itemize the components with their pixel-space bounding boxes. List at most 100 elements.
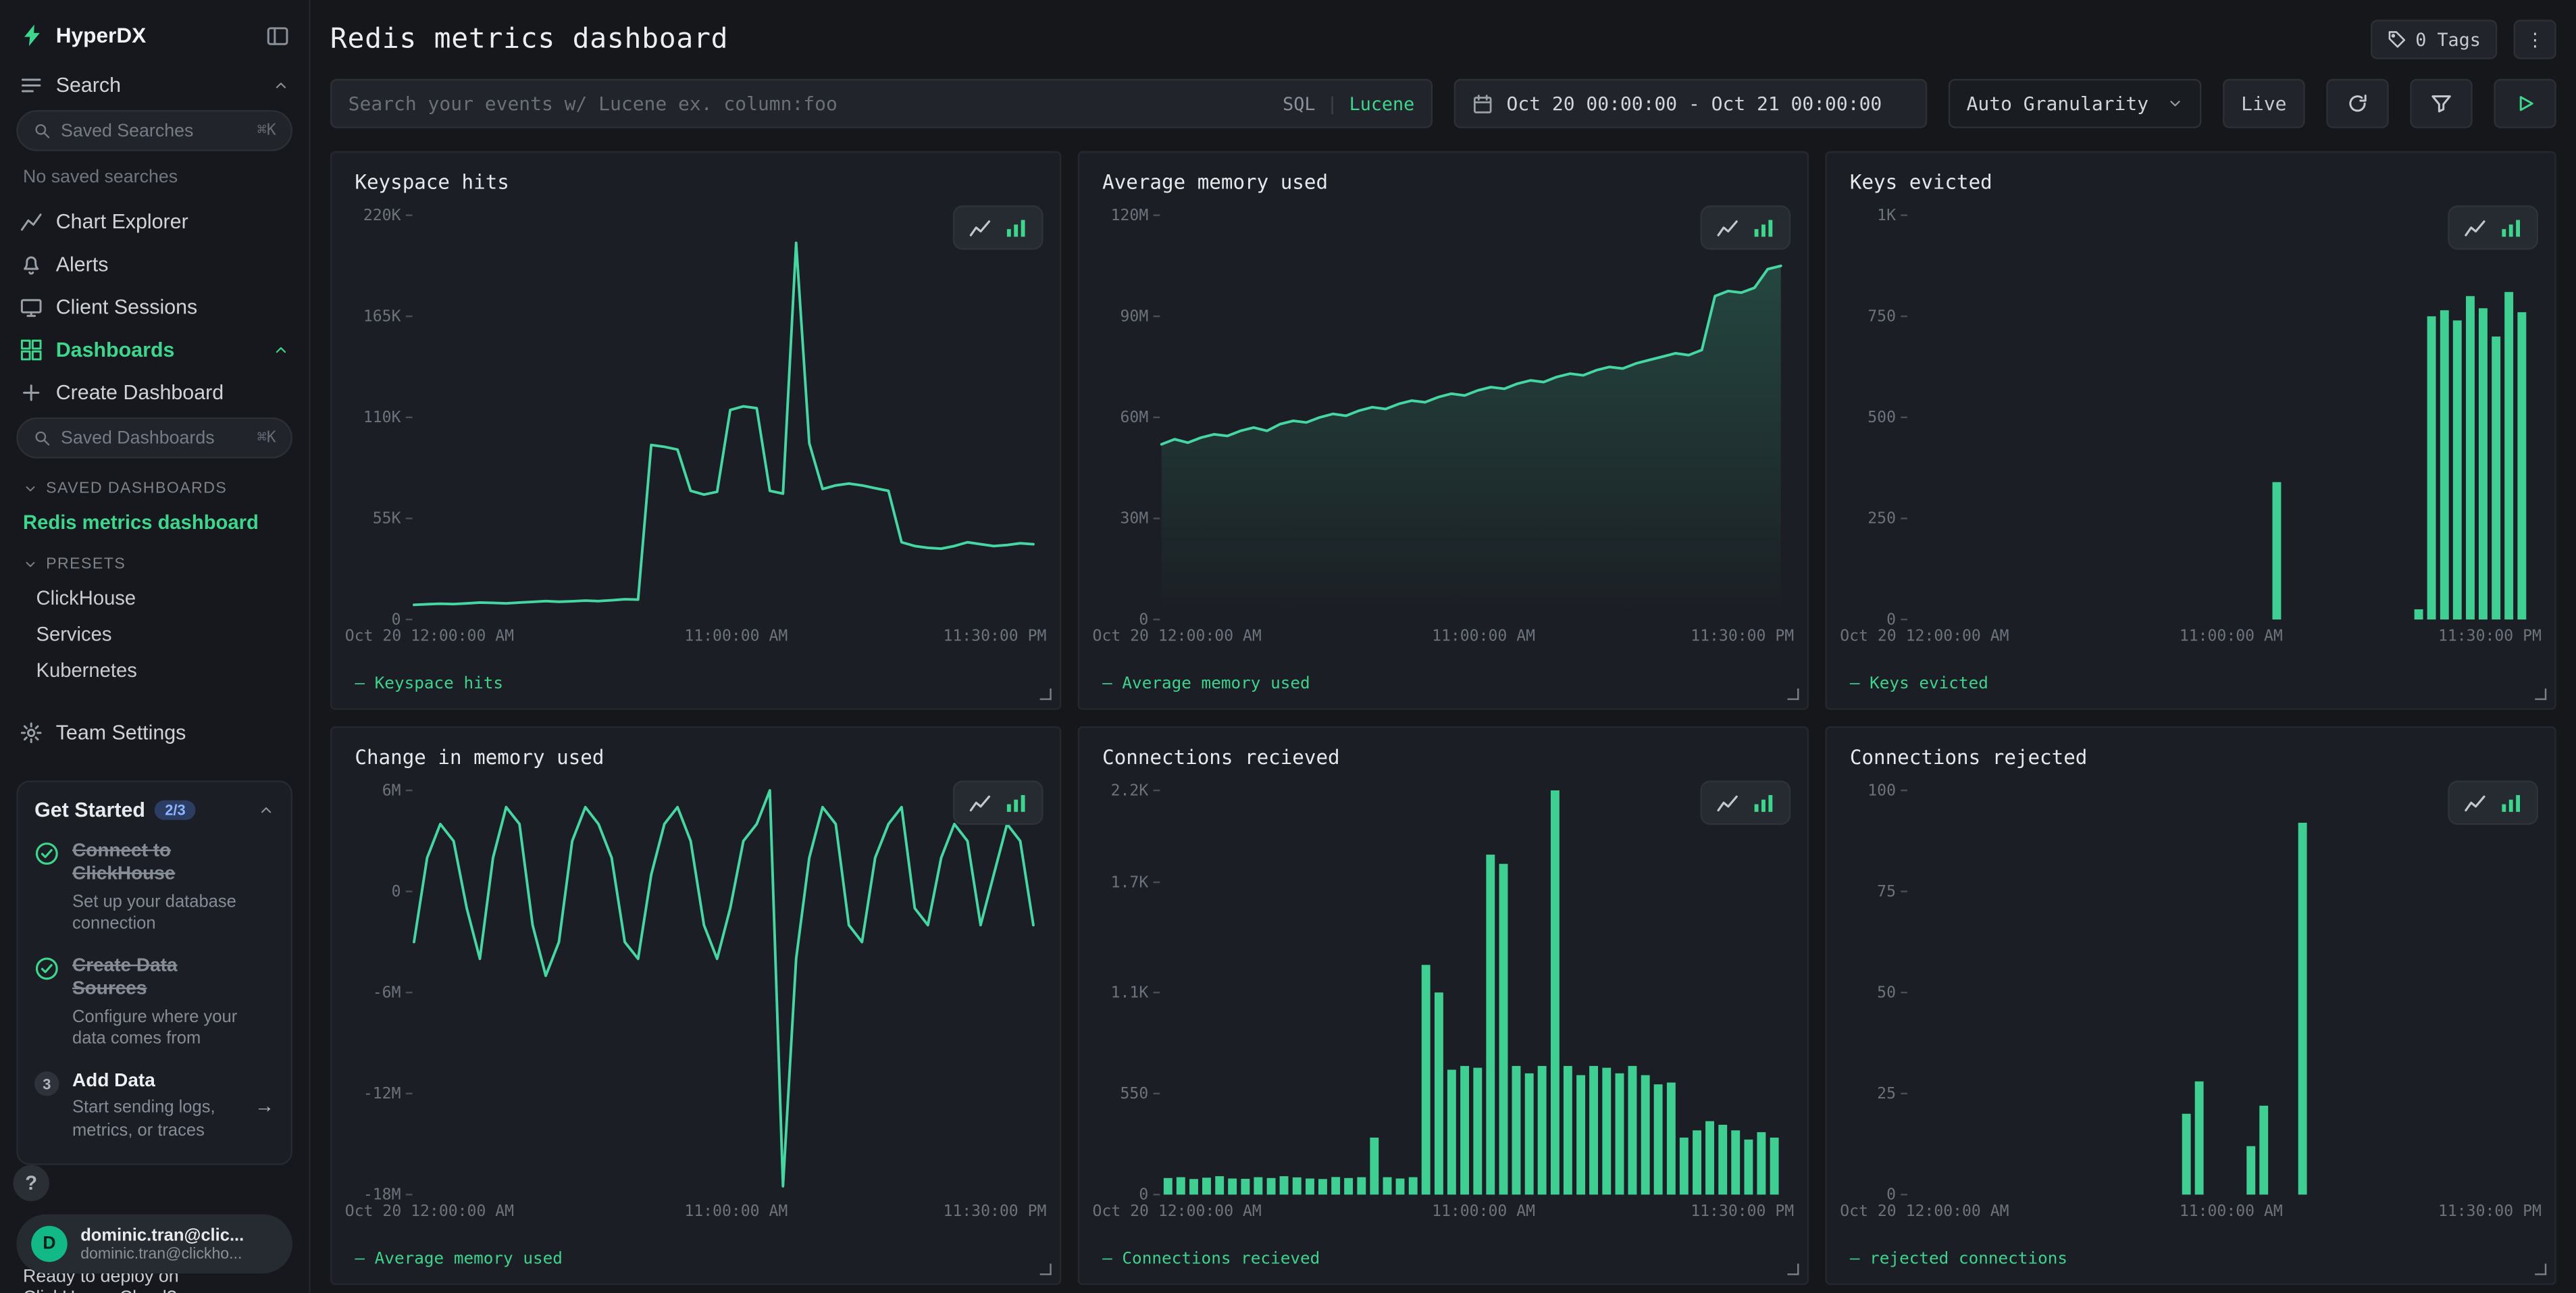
chart-type-toggle[interactable] (2448, 205, 2538, 250)
svg-text:11:00:00 AM: 11:00:00 AM (1432, 1202, 1535, 1220)
event-search-input[interactable]: Search your events w/ Lucene ex. column:… (330, 79, 1433, 128)
bar-chart-icon[interactable] (1753, 217, 1774, 238)
panel-resize-handle[interactable] (2535, 688, 2546, 700)
saved-dashboards-header[interactable]: SAVED DASHBOARDS (0, 465, 309, 504)
lucene-mode-toggle[interactable]: Lucene (1349, 93, 1415, 114)
sidebar: HyperDX Search Saved Searches ⌘K No save… (0, 0, 311, 1293)
saved-searches-input[interactable]: Saved Searches ⌘K (16, 110, 292, 151)
search-placeholder: Search your events w/ Lucene ex. column:… (349, 92, 1270, 115)
get-started-header[interactable]: Get Started 2/3 (34, 798, 274, 821)
gear-icon (20, 721, 43, 744)
svg-text:110K: 110K (363, 409, 401, 426)
svg-text:Oct 20 12:00:00 AM: Oct 20 12:00:00 AM (345, 628, 514, 645)
chart-type-toggle[interactable] (1701, 780, 1791, 825)
avatar: D (31, 1226, 68, 1263)
presets-header[interactable]: PRESETS (0, 540, 309, 580)
line-chart-icon[interactable] (2465, 217, 2486, 238)
panel-resize-handle[interactable] (1787, 1264, 1799, 1275)
filter-button[interactable] (2410, 79, 2472, 128)
line-chart-icon[interactable] (2465, 792, 2486, 813)
sql-mode-toggle[interactable]: SQL (1283, 93, 1315, 114)
svg-text:-6M: -6M (373, 984, 401, 1001)
sidebar-item-team-settings[interactable]: Team Settings (0, 711, 309, 754)
chart-type-toggle[interactable] (953, 780, 1044, 825)
run-query-button[interactable] (2494, 79, 2556, 128)
sidebar-item-search[interactable]: Search (0, 64, 309, 107)
line-chart-icon[interactable] (969, 792, 991, 813)
sidebar-item-chart-explorer[interactable]: Chart Explorer (0, 201, 309, 243)
magnifier-icon (33, 122, 51, 140)
get-started-item-add-data[interactable]: 3Add DataStart sending logs, metrics, or… (34, 1070, 274, 1144)
panel-resize-handle[interactable] (1040, 1264, 1052, 1275)
preset-clickhouse[interactable]: ClickHouse (0, 580, 309, 617)
svg-text:550: 550 (1120, 1085, 1149, 1102)
refresh-button[interactable] (2326, 79, 2388, 128)
sidebar-item-alerts[interactable]: Alerts (0, 243, 309, 286)
panel-title: Connections recieved (1079, 728, 1807, 773)
chart-legend[interactable]: —Keyspace hits (355, 676, 503, 694)
time-range-picker[interactable]: Oct 20 00:00:00 - Oct 21 00:00:00 (1454, 79, 1928, 128)
chart-legend[interactable]: —rejected connections (1850, 1250, 2067, 1269)
line-chart-icon[interactable] (1717, 792, 1738, 813)
svg-text:11:00:00 AM: 11:00:00 AM (684, 1202, 788, 1220)
tags-button[interactable]: 0 Tags (2371, 20, 2498, 59)
bar-chart-icon[interactable] (1006, 792, 1027, 813)
chart-type-toggle[interactable] (953, 205, 1044, 250)
get-started-items: Connect to ClickHouseSet up your databas… (34, 840, 274, 1143)
svg-text:0: 0 (392, 611, 401, 628)
chart-area[interactable]: 02505007501KOct 20 12:00:00 AM11:00:00 A… (1836, 202, 2544, 649)
chart-legend[interactable]: —Average memory used (355, 1250, 563, 1269)
create-dashboard-button[interactable]: Create Dashboard (0, 372, 309, 414)
preset-services[interactable]: Services (0, 616, 309, 653)
saved-dashboards-input[interactable]: Saved Dashboards ⌘K (16, 417, 292, 459)
svg-text:11:00:00 AM: 11:00:00 AM (2180, 628, 2283, 645)
panel-resize-handle[interactable] (1040, 688, 1052, 700)
step-number-badge: 3 (34, 1071, 59, 1143)
panel-resize-handle[interactable] (1787, 688, 1799, 700)
chart-area[interactable]: 0255075100Oct 20 12:00:00 AM11:00:00 AM1… (1836, 778, 2544, 1225)
panel-resize-handle[interactable] (2535, 1264, 2546, 1275)
chart-area[interactable]: 055K110K165K220KOct 20 12:00:00 AM11:00:… (342, 202, 1050, 649)
user-email-primary: dominic.tran@clic... (80, 1225, 244, 1244)
app-name: HyperDX (56, 23, 255, 47)
chart-area[interactable]: 05501.1K1.7K2.2KOct 20 12:00:00 AM11:00:… (1089, 778, 1797, 1225)
chevron-down-icon (23, 482, 38, 497)
get-started-item-connect-to-clickhouse[interactable]: Connect to ClickHouseSet up your databas… (34, 840, 274, 937)
chart-area[interactable]: -18M-12M-6M06MOct 20 12:00:00 AM11:00:00… (342, 778, 1050, 1225)
get-started-progress-badge: 2/3 (155, 801, 196, 820)
saved-searches-placeholder: Saved Searches (61, 121, 193, 141)
chart-area[interactable]: 030M60M90M120MOct 20 12:00:00 AM11:00:00… (1089, 202, 1797, 649)
user-menu[interactable]: D dominic.tran@clic... dominic.tran@clic… (16, 1215, 292, 1274)
sidebar-collapse-icon[interactable] (266, 24, 289, 47)
line-chart-icon[interactable] (1717, 217, 1738, 238)
user-email-secondary: dominic.tran@clickho... (80, 1245, 244, 1263)
svg-text:30M: 30M (1120, 510, 1149, 528)
live-button[interactable]: Live (2223, 79, 2305, 128)
svg-text:Oct 20 12:00:00 AM: Oct 20 12:00:00 AM (1840, 1202, 2009, 1220)
plus-icon (20, 381, 43, 404)
hyperdx-logo-icon (20, 23, 44, 47)
sidebar-item-dashboards[interactable]: Dashboards (0, 328, 309, 371)
saved-dashboard-redis-metrics-dashboard[interactable]: Redis metrics dashboard (0, 505, 309, 541)
svg-text:50: 50 (1877, 984, 1896, 1001)
bar-chart-icon[interactable] (2500, 792, 2522, 813)
svg-text:11:00:00 AM: 11:00:00 AM (684, 628, 788, 645)
more-menu-button[interactable]: ⋮ (2514, 20, 2556, 59)
bar-chart-icon[interactable] (2500, 217, 2522, 238)
preset-kubernetes[interactable]: Kubernetes (0, 653, 309, 689)
chart-panel-change-in-memory-used: Change in memory used-18M-12M-6M06MOct 2… (330, 726, 1061, 1285)
chart-legend[interactable]: —Connections recieved (1102, 1250, 1320, 1269)
get-started-item-create-data-sources[interactable]: Create Data SourcesConfigure where your … (34, 955, 274, 1052)
chart-type-toggle[interactable] (1701, 205, 1791, 250)
panel-title: Average memory used (1079, 153, 1807, 197)
chart-legend[interactable]: —Keys evicted (1850, 676, 1988, 694)
granularity-select[interactable]: Auto Granularity (1949, 79, 2202, 128)
chart-type-toggle[interactable] (2448, 780, 2538, 825)
chart-legend[interactable]: —Average memory used (1102, 676, 1310, 694)
sidebar-item-client-sessions[interactable]: Client Sessions (0, 286, 309, 328)
bar-chart-icon[interactable] (1753, 792, 1774, 813)
bar-chart-icon[interactable] (1006, 217, 1027, 238)
svg-text:120M: 120M (1111, 207, 1149, 224)
line-chart-icon[interactable] (969, 217, 991, 238)
help-button[interactable]: ? (13, 1165, 49, 1202)
